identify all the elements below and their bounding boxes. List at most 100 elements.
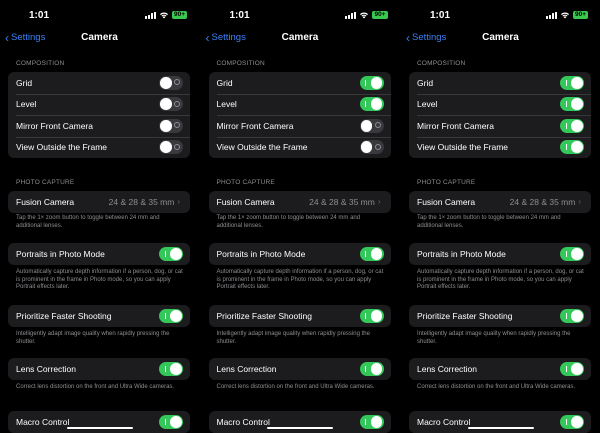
lens-correction-footnote: Correct lens distortion on the front and… bbox=[16, 384, 175, 390]
chevron-right-icon: › bbox=[177, 197, 180, 207]
signal-icon bbox=[545, 11, 557, 19]
setting-row-faster-shooting: Prioritize Faster Shooting bbox=[209, 305, 391, 327]
setting-label: Mirror Front Camera bbox=[417, 120, 494, 131]
lens-correction-toggle[interactable] bbox=[560, 361, 584, 376]
setting-label: Prioritize Faster Shooting bbox=[216, 310, 312, 321]
setting-label: Portraits in Photo Mode bbox=[216, 248, 306, 259]
signal-icon bbox=[144, 11, 156, 19]
setting-row-portraits: Portraits in Photo Mode bbox=[409, 243, 591, 265]
fusion-camera-group: Fusion Camera 24 & 28 & 35 mm › bbox=[409, 191, 591, 213]
setting-row-lens-correction: Lens Correction bbox=[409, 358, 591, 380]
portraits-toggle[interactable] bbox=[359, 246, 384, 261]
section-header-composition: COMPOSITION bbox=[417, 60, 466, 67]
faster-shooting-group: Prioritize Faster Shooting bbox=[208, 305, 391, 327]
setting-label: Macro Control bbox=[417, 416, 471, 427]
grid-toggle[interactable] bbox=[359, 75, 384, 90]
macro-control-group: Macro Control bbox=[8, 411, 190, 433]
lens-correction-toggle[interactable] bbox=[359, 361, 384, 376]
setting-label: Level bbox=[16, 99, 37, 110]
setting-row-macro-control: Macro Control bbox=[8, 411, 190, 433]
lens-correction-group: Lens Correction bbox=[8, 358, 190, 380]
level-toggle[interactable] bbox=[159, 97, 183, 112]
composition-group: Grid Level Mirror Front Camera View Outs… bbox=[208, 72, 391, 159]
setting-label: View Outside the Frame bbox=[216, 142, 308, 153]
setting-label: View Outside the Frame bbox=[16, 142, 108, 153]
faster-shooting-toggle[interactable] bbox=[560, 308, 584, 323]
setting-label: Fusion Camera bbox=[16, 196, 75, 207]
lens-correction-toggle[interactable] bbox=[159, 361, 183, 376]
faster-shooting-group: Prioritize Faster Shooting bbox=[8, 305, 190, 327]
fusion-camera-group: Fusion Camera 24 & 28 & 35 mm › bbox=[208, 191, 391, 213]
view-outside-frame-toggle[interactable] bbox=[359, 140, 384, 155]
setting-label: Mirror Front Camera bbox=[16, 120, 93, 131]
setting-label: View Outside the Frame bbox=[417, 142, 509, 153]
macro-control-toggle[interactable] bbox=[560, 414, 584, 429]
fusion-camera-value-text: 24 & 28 & 35 mm bbox=[309, 196, 375, 207]
setting-row-mirror-front-camera: Mirror Front Camera bbox=[209, 115, 391, 137]
faster-shooting-toggle[interactable] bbox=[359, 308, 384, 323]
fusion-camera-value: 24 & 28 & 35 mm › bbox=[109, 197, 180, 207]
status-icons: 90+ bbox=[345, 11, 388, 19]
setting-row-fusion-camera[interactable]: Fusion Camera 24 & 28 & 35 mm › bbox=[209, 191, 391, 213]
nav-bar: ‹ Settings Camera bbox=[0, 31, 199, 47]
macro-control-toggle[interactable] bbox=[359, 414, 384, 429]
status-bar: 1:01 90+ bbox=[401, 10, 600, 24]
setting-label: Level bbox=[216, 99, 237, 110]
nav-bar: ‹ Settings Camera bbox=[401, 31, 600, 47]
setting-row-grid: Grid bbox=[209, 72, 391, 94]
level-toggle[interactable] bbox=[560, 97, 584, 112]
section-header-photo-capture: PHOTO CAPTURE bbox=[417, 179, 476, 186]
home-indicator bbox=[267, 426, 333, 429]
setting-row-lens-correction: Lens Correction bbox=[209, 358, 391, 380]
setting-row-lens-correction: Lens Correction bbox=[8, 358, 190, 380]
portraits-toggle[interactable] bbox=[159, 246, 183, 261]
portraits-toggle[interactable] bbox=[560, 246, 584, 261]
nav-bar: ‹ Settings Camera bbox=[201, 31, 400, 47]
macro-control-group: Macro Control bbox=[409, 411, 591, 433]
setting-row-portraits: Portraits in Photo Mode bbox=[8, 243, 190, 265]
grid-toggle[interactable] bbox=[159, 75, 183, 90]
setting-label: Grid bbox=[216, 77, 233, 88]
setting-row-portraits: Portraits in Photo Mode bbox=[209, 243, 391, 265]
grid-toggle[interactable] bbox=[560, 75, 584, 90]
home-indicator bbox=[66, 426, 133, 429]
mirror-front-camera-toggle[interactable] bbox=[159, 118, 183, 133]
status-time: 1:01 bbox=[430, 10, 451, 21]
section-header-composition: COMPOSITION bbox=[16, 60, 65, 67]
page-title: Camera bbox=[281, 32, 319, 43]
lens-correction-footnote: Correct lens distortion on the front and… bbox=[216, 384, 375, 390]
faster-shooting-footnote: Intelligently adapt image quality when r… bbox=[216, 331, 370, 345]
fusion-camera-value-text: 24 & 28 & 35 mm bbox=[108, 196, 175, 207]
setting-label: Portraits in Photo Mode bbox=[16, 248, 105, 259]
macro-control-toggle[interactable] bbox=[159, 414, 183, 429]
setting-label: Grid bbox=[417, 77, 434, 88]
view-outside-frame-toggle[interactable] bbox=[159, 140, 183, 155]
composition-group: Grid Level Mirror Front Camera View Outs… bbox=[409, 72, 591, 158]
setting-label: Lens Correction bbox=[16, 363, 77, 374]
portraits-group: Portraits in Photo Mode bbox=[208, 243, 391, 265]
setting-row-fusion-camera[interactable]: Fusion Camera 24 & 28 & 35 mm › bbox=[8, 191, 190, 213]
macro-control-group: Macro Control bbox=[208, 411, 391, 433]
setting-row-fusion-camera[interactable]: Fusion Camera 24 & 28 & 35 mm › bbox=[409, 191, 591, 213]
fusion-camera-value: 24 & 28 & 35 mm › bbox=[309, 197, 380, 207]
portraits-group: Portraits in Photo Mode bbox=[409, 243, 591, 265]
setting-row-macro-control: Macro Control bbox=[409, 411, 591, 433]
portraits-footnote: Automatically capture depth information … bbox=[16, 269, 183, 290]
view-outside-frame-toggle[interactable] bbox=[560, 140, 584, 155]
faster-shooting-toggle[interactable] bbox=[159, 308, 183, 323]
status-icons: 90+ bbox=[144, 11, 187, 19]
faster-shooting-group: Prioritize Faster Shooting bbox=[409, 305, 591, 327]
portraits-footnote: Automatically capture depth information … bbox=[417, 269, 584, 290]
setting-label: Prioritize Faster Shooting bbox=[417, 310, 513, 321]
wifi-icon bbox=[560, 11, 570, 19]
portraits-footnote: Automatically capture depth information … bbox=[216, 269, 384, 290]
phone-screen-1: 1:01 90+ ‹ Settings Camera COMPOSITION G… bbox=[0, 0, 199, 433]
mirror-front-camera-toggle[interactable] bbox=[359, 118, 384, 133]
setting-row-view-outside-frame: View Outside the Frame bbox=[209, 136, 391, 159]
status-time: 1:01 bbox=[229, 10, 250, 21]
mirror-front-camera-toggle[interactable] bbox=[560, 118, 584, 133]
fusion-camera-value-text: 24 & 28 & 35 mm bbox=[509, 196, 576, 207]
home-indicator bbox=[467, 426, 534, 429]
level-toggle[interactable] bbox=[359, 97, 384, 112]
section-header-photo-capture: PHOTO CAPTURE bbox=[216, 179, 275, 186]
